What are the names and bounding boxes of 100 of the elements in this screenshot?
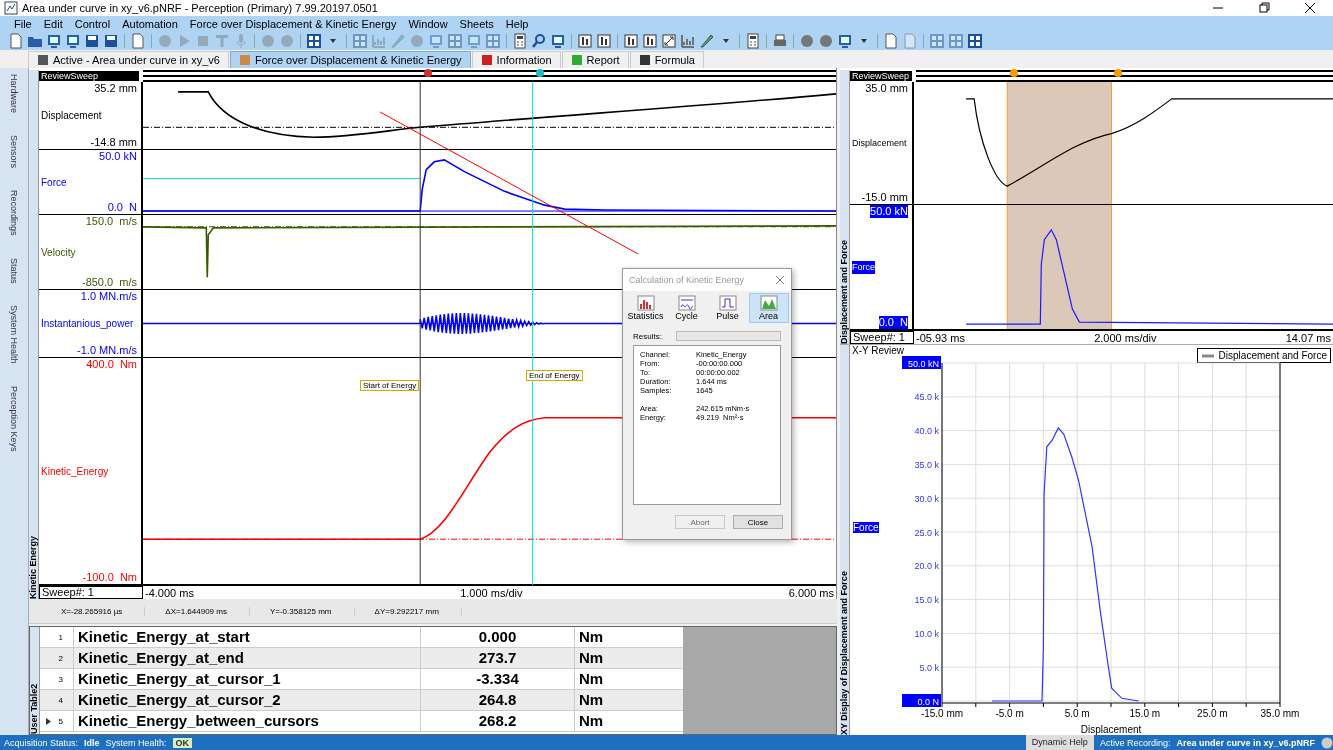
status-label: System Health: <box>105 737 167 748</box>
dialog-button[interactable]: Close <box>733 515 783 529</box>
tick-label: -5.0 m <box>995 708 1024 719</box>
menu-item[interactable]: File <box>8 18 38 30</box>
pulse-icon <box>718 295 737 311</box>
floppy-icon[interactable] <box>84 33 100 49</box>
range-max: 35.0 mm <box>864 82 908 95</box>
row-number: 1 <box>58 632 63 642</box>
tick-label: 50.0 kN <box>902 356 941 369</box>
table-cell: Kinetic_Energy_at_end <box>74 648 421 668</box>
channel-name: Force <box>41 175 67 189</box>
tick-label: 5.0 k <box>919 662 939 673</box>
range-min: -100.0 Nm <box>81 571 137 584</box>
tick-label: 10.0 k <box>914 628 939 639</box>
bar-chart-icon <box>636 295 655 311</box>
circle-icon[interactable] <box>818 33 834 49</box>
side-tab[interactable]: Status <box>9 257 19 284</box>
sweep-number: Sweep#: 1 <box>39 586 143 599</box>
tick-label: -15.0 mm <box>920 708 964 719</box>
tick-label: 25.0 m <box>1197 708 1228 719</box>
range-max: 35.2 mm <box>93 82 137 95</box>
menu-item[interactable]: Window <box>402 18 454 30</box>
series-name: Force <box>853 522 879 533</box>
status-label: Active Recording: <box>1099 737 1171 748</box>
grid-icon[interactable] <box>306 33 322 49</box>
menu-item[interactable]: Control <box>68 18 117 30</box>
tool-button[interactable]: Cycle <box>666 293 707 323</box>
menu-item[interactable]: Force over Displacement & Kinetic Energy <box>183 18 403 30</box>
axis-end-label: 14.07 ms <box>1285 331 1331 344</box>
menu-item[interactable]: Help <box>499 18 535 30</box>
monitor-icon[interactable] <box>837 33 853 49</box>
row-number: 4 <box>58 695 63 705</box>
row-index[interactable]: 5 <box>40 711 74 731</box>
tool-button[interactable]: Pulse <box>707 293 748 323</box>
side-tab[interactable]: Recordings <box>9 190 19 236</box>
marker-label: Start of Energy <box>359 380 420 391</box>
table-cell-text: Nm <box>578 669 605 689</box>
table-cell: 268.2 <box>421 711 575 731</box>
monitor-icon[interactable] <box>46 33 62 49</box>
menu-item[interactable]: Edit <box>37 18 69 30</box>
floppy-icon[interactable] <box>103 33 119 49</box>
side-tab[interactable]: Hardware <box>9 74 19 113</box>
cursor-readout: ΔY=9.292217 mm <box>354 606 462 616</box>
results-label: Results: <box>633 331 662 341</box>
tab[interactable]: Report <box>561 51 629 68</box>
tool-button[interactable]: Statistics <box>625 293 666 323</box>
tab[interactable]: Active - Area under curve in xy_v6 <box>28 51 229 68</box>
current-row-icon <box>45 717 51 725</box>
tick-label: 5.0 m <box>1064 708 1090 719</box>
cursor-flag-icon[interactable] <box>423 69 432 77</box>
cursor-flag-icon[interactable] <box>535 69 544 77</box>
panel-title: Displacement and Force <box>840 238 849 344</box>
row-index[interactable]: 3 <box>40 669 74 689</box>
side-tab[interactable]: Perception Keys <box>9 385 19 452</box>
info-icon[interactable] <box>1321 736 1333 749</box>
menu-item[interactable]: Sheets <box>453 18 500 30</box>
sweep-label: ReviewSweep <box>850 71 912 81</box>
expand-icon[interactable] <box>661 33 677 49</box>
tick-label: 25.0 k <box>914 527 939 538</box>
cursor-readout: ΔX=1.644909 ms <box>145 606 250 616</box>
side-tab[interactable]: System Health <box>9 305 19 364</box>
calculator-icon[interactable] <box>512 33 528 49</box>
status-value: Area under curve in xy_v6.pNRF <box>1176 737 1315 748</box>
grid-icon[interactable] <box>967 33 983 49</box>
channel-name: Displacement <box>852 136 907 150</box>
cursor-line[interactable] <box>419 82 421 585</box>
monitor-icon[interactable] <box>65 33 81 49</box>
range-min: -1.0 MN.m/s <box>76 344 137 357</box>
menu-item[interactable]: Automation <box>116 18 184 30</box>
window-title: Area under curve in xy_v6.pNRF - Perception (Primary) 7.99.20197.0501 <box>22 2 379 14</box>
range-max: 50.0 kN <box>870 205 908 218</box>
status-label: Acquisition Status: <box>4 737 79 748</box>
table-cell-text: Nm <box>578 690 605 710</box>
tick-label: 35.0 mm <box>1260 708 1300 719</box>
sweep-number: Sweep#: 1 <box>850 331 914 344</box>
calculator-icon[interactable] <box>745 33 761 49</box>
axis-title: Displacement <box>1080 724 1142 735</box>
dynamic-help-button[interactable]: Dynamic Help <box>1025 735 1094 750</box>
table-cell: Kinetic_Energy_at_cursor_2 <box>74 690 421 710</box>
marker-label: End of Energy <box>525 370 583 381</box>
monitor-icon[interactable] <box>550 33 566 49</box>
range-min: -14.8 mm <box>89 136 137 149</box>
search-icon[interactable] <box>531 33 547 49</box>
circle-icon[interactable] <box>799 33 815 49</box>
table-cell-text: Nm <box>578 627 605 647</box>
cursor-flag-icon[interactable] <box>1009 69 1018 77</box>
tool-button[interactable]: Area <box>748 293 789 323</box>
sweep-label: ReviewSweep <box>39 71 139 81</box>
row-index[interactable]: 4 <box>40 690 74 710</box>
tab[interactable]: Formula <box>629 51 704 68</box>
tab[interactable]: Information <box>471 51 561 68</box>
range-min: -15.0 mm <box>860 191 908 204</box>
row-index[interactable]: 2 <box>40 648 74 668</box>
cursor-flag-icon[interactable] <box>1114 69 1123 77</box>
printer-icon[interactable] <box>772 33 788 49</box>
row-index[interactable]: 1 <box>40 627 74 647</box>
legend-label: Displacement and Force <box>1218 350 1327 361</box>
tab[interactable]: Force over Displacement & Kinetic Energy <box>229 51 471 68</box>
status-value: Idle <box>84 737 100 748</box>
side-tab[interactable]: Sensors <box>9 135 19 169</box>
